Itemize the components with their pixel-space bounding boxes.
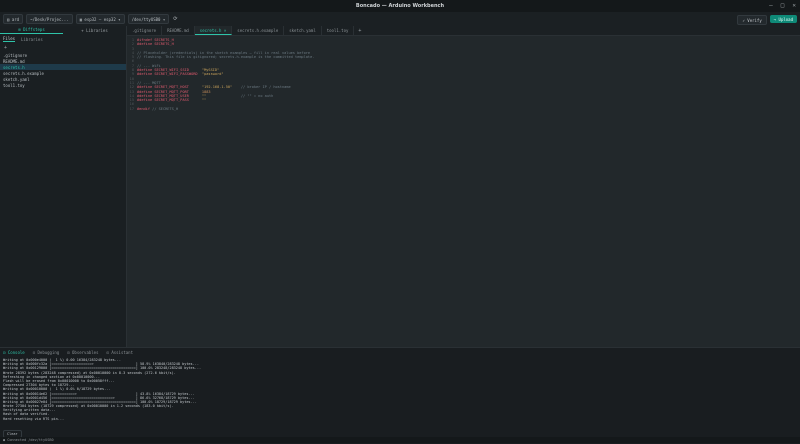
close-icon[interactable]: ✕: [792, 2, 796, 9]
file-item[interactable]: tool1.toy: [0, 82, 126, 88]
code-token: // SECRETS_H: [152, 106, 179, 111]
code-token: #endif: [137, 106, 153, 111]
editor: .gitignore README.md secrets.h × secrets.h.…: [127, 26, 800, 347]
code-token: #define: [137, 72, 155, 77]
console-line: Hard resetting via RTS pin...: [3, 416, 65, 421]
sidebar-tab-files[interactable]: Files: [3, 36, 16, 42]
status-text: ● Connected /dev/ttyUSB0: [3, 438, 54, 442]
sidebar-header-left[interactable]: ⊞ Diffsteps: [0, 26, 63, 34]
status-bar: ● Connected /dev/ttyUSB0: [0, 437, 800, 443]
editor-tab[interactable]: secrets.h ×: [194, 26, 233, 35]
sidebar-header-right[interactable]: + Libraries: [63, 26, 126, 34]
bottom-tab[interactable]: ⊡ Debugging: [33, 350, 60, 355]
bottom-panel: ⊡ Console ⊡ Debugging ⊡ Observables ⊡ Assis…: [0, 347, 800, 444]
sidebar-header: ⊞ Diffsteps + Libraries: [0, 26, 126, 34]
sidebar-tab-libraries[interactable]: Libraries: [21, 37, 43, 42]
code-token: "password": [201, 72, 224, 77]
maximize-icon[interactable]: □: [781, 2, 785, 9]
sidebar: ⊞ Diffsteps + Libraries Files Libraries …: [0, 26, 127, 347]
toolbar: ▤ ard ~/Desk/Projec... ▣ esp32 — esp32 ▾…: [0, 12, 800, 27]
window-controls: – □ ✕: [769, 2, 796, 9]
code-token: // "" = no auth: [206, 93, 274, 98]
code-token: // flashing. This file is gitignored; se…: [137, 55, 315, 60]
code-token: #define: [137, 98, 155, 103]
editor-tab[interactable]: README.md: [162, 26, 195, 35]
add-file-icon[interactable]: +: [0, 44, 126, 52]
refresh-icon[interactable]: ⟳: [172, 16, 178, 22]
bottom-tab[interactable]: ⊡ Console: [3, 350, 25, 355]
upload-button[interactable]: → Upload: [769, 15, 797, 23]
editor-tab[interactable]: sketch.yaml: [284, 26, 322, 35]
bottom-tab[interactable]: ⊡ Assistant: [107, 350, 134, 355]
title-bar: Boncado — Arduino Workbench – □ ✕: [0, 0, 800, 12]
code-token: // broker IP / hostname: [232, 85, 291, 90]
line-number: 17: [129, 106, 134, 111]
code-token: SECRET_MQTT_PASS: [154, 98, 202, 103]
console-output: Writing at 0x000e4000 ( 1 %) 0.00 16384/…: [0, 356, 800, 421]
verify-button[interactable]: ✓ Verify: [737, 15, 767, 25]
editor-tabs: .gitignore README.md secrets.h × secrets.h.…: [127, 26, 800, 36]
editor-tab[interactable]: .gitignore: [127, 26, 163, 35]
window-title: Boncado — Arduino Workbench: [355, 3, 445, 9]
editor-tab[interactable]: secrets.h.example: [232, 26, 285, 35]
code-token: SECRETS_H: [154, 42, 174, 47]
app-window: Boncado — Arduino Workbench – □ ✕ ▤ ard …: [0, 0, 800, 444]
minimize-icon[interactable]: –: [769, 2, 773, 9]
new-tab-icon[interactable]: +: [354, 26, 365, 35]
code-area[interactable]: 1 #ifndef SECRETS_H 2 #define SECRETS_H 3 4//…: [127, 36, 800, 111]
code-token: "": [201, 98, 207, 103]
bottom-tabs: ⊡ Console ⊡ Debugging ⊡ Observables ⊡ Assis…: [0, 348, 800, 356]
code-token: SECRET_WIFI_PASSWORD: [154, 72, 202, 77]
port-select[interactable]: /dev/ttyUSB0 ▾: [127, 14, 170, 24]
editor-tab[interactable]: tool1.toy: [322, 26, 355, 35]
folder-button[interactable]: ▤ ard: [3, 14, 24, 24]
file-list: .gitignore README.md secrets.h secrets.h.ex…: [0, 52, 126, 88]
code-line: 17 #endif // SECRETS_H: [127, 107, 800, 111]
sidebar-tabs: Files Libraries: [0, 35, 126, 43]
board-select[interactable]: ▣ esp32 — esp32 ▾: [75, 14, 125, 24]
bottom-tab[interactable]: ⊡ Observables: [67, 350, 98, 355]
code-token: #define: [137, 42, 155, 47]
path-button[interactable]: ~/Desk/Projec...: [26, 14, 73, 24]
